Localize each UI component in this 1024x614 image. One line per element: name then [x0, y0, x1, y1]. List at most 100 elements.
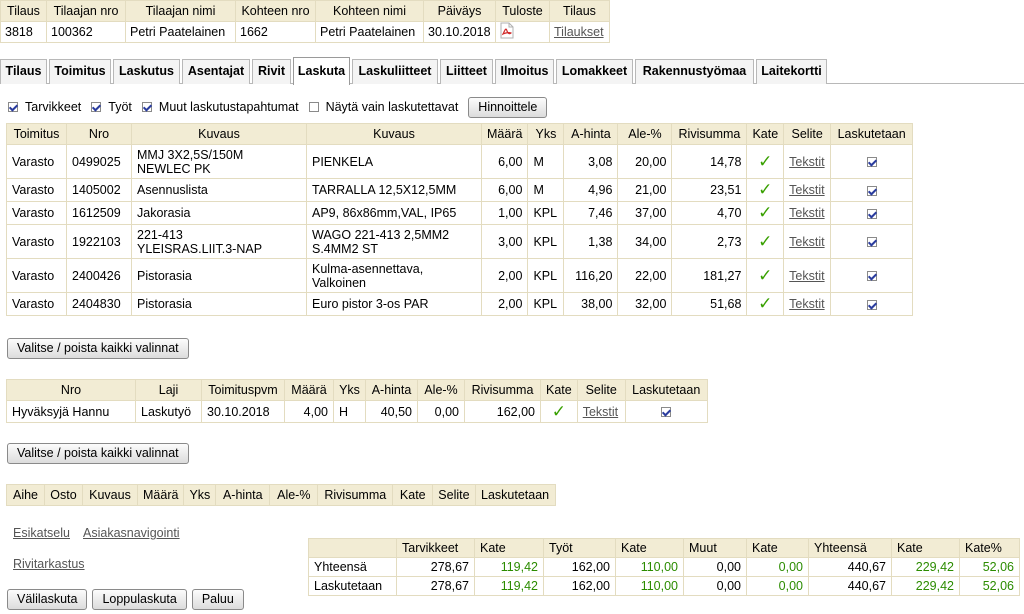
tekstit-link[interactable]: Tekstit — [583, 405, 618, 419]
col-toimitus: Toimitus — [6, 123, 67, 145]
summary-table: Tarvikkeet Kate Työt Kate Muut Kate Yhte… — [308, 538, 1020, 596]
selite-cell: Tekstit — [783, 201, 832, 225]
summary-kate: 0,00 — [746, 557, 809, 577]
summary-tarvikkeet: 278,67 — [396, 576, 475, 596]
summary-tyot: 162,00 — [543, 557, 616, 577]
esikatselu-link[interactable]: Esikatselu — [13, 526, 70, 540]
filter-tyot[interactable]: Työt — [91, 100, 132, 114]
kuvaus2-line: TARRALLA 12,5X12,5MM — [312, 183, 457, 197]
kuvaus2-cell: WAGO 221-413 2,5MM2 S.4MM2 ST — [306, 224, 482, 259]
filter-tarvikkeet[interactable]: Tarvikkeet — [8, 100, 81, 114]
customer-name: Petri Paatelainen — [125, 21, 236, 43]
col-kate: Kate — [392, 484, 434, 506]
kuvaus-cell: Jakorasia — [131, 201, 307, 225]
kate-cell: ✓ — [746, 144, 785, 179]
col-tuloste: Tuloste — [495, 0, 550, 22]
yks-cell: M — [527, 178, 565, 202]
check-icon: ✓ — [758, 294, 773, 313]
summary-muut: 0,00 — [683, 557, 747, 577]
nayta-checkbox[interactable] — [308, 102, 319, 112]
select-all-labor-button[interactable]: Valitse / poista kaikki valinnat — [7, 443, 189, 464]
tab-lomakkeet[interactable]: Lomakkeet — [556, 59, 633, 84]
col-yks: Yks — [527, 123, 565, 145]
tab-rakennustyomaa[interactable]: Rakennustyömaa — [635, 59, 754, 84]
nayta-label: Näytä vain laskutettavat — [325, 100, 459, 114]
summary-muut: 0,00 — [683, 576, 747, 596]
labor-rivisumma: 162,00 — [464, 400, 541, 423]
muut-checkbox[interactable] — [141, 102, 152, 112]
rivisumma-cell: 23,51 — [671, 178, 748, 202]
yks-cell: KPL — [527, 258, 565, 293]
filter-nayta[interactable]: Näytä vain laskutettavat — [308, 100, 459, 114]
laskutetaan-checkbox[interactable] — [866, 208, 877, 219]
kuvaus-cell: Pistorasia — [131, 258, 307, 293]
col-yks: Yks — [333, 379, 366, 401]
rivitarkastus-link[interactable]: Rivitarkastus — [13, 557, 85, 571]
tab-laskutus[interactable]: Laskutus — [113, 59, 180, 84]
kuvaus2-cell: Kulma-asennettava, Valkoinen — [306, 258, 482, 293]
tekstit-link[interactable]: Tekstit — [789, 155, 824, 169]
col-paivays: Päiväys — [423, 0, 496, 22]
table-row: Varasto 1922103 221-413 YLEISRAS.LIIT.3-NAP… — [6, 224, 914, 259]
tab-laskuta[interactable]: Laskuta — [293, 57, 350, 85]
ale-cell: 20,00 — [617, 144, 673, 179]
laskutetaan-checkbox[interactable] — [866, 271, 877, 282]
maara-cell: 6,00 — [480, 178, 529, 202]
tekstit-link[interactable]: Tekstit — [789, 235, 824, 249]
pdf-icon[interactable] — [500, 22, 514, 42]
summary-yhteensa: 440,67 — [808, 576, 892, 596]
labor-pvm: 30.10.2018 — [201, 400, 285, 423]
laskutetaan-checkbox[interactable] — [866, 237, 877, 248]
rivisumma-cell: 14,78 — [671, 144, 748, 179]
col-yks: Yks — [183, 484, 217, 506]
nro-cell: 1405002 — [66, 178, 132, 202]
tyot-checkbox[interactable] — [91, 102, 102, 112]
tab-liitteet[interactable]: Liitteet — [440, 59, 493, 84]
nro-cell: 1922103 — [66, 224, 132, 259]
filter-bar: Tarvikkeet Työt Muut laskutustapahtumat … — [8, 96, 548, 118]
summary-kate: 229,42 — [891, 576, 960, 596]
ahinta-cell: 7,46 — [563, 201, 619, 225]
laskutetaan-checkbox[interactable] — [866, 299, 877, 310]
toimitus-cell: Varasto — [6, 258, 67, 293]
col-tilaajan-nro: Tilaajan nro — [46, 0, 126, 22]
paluu-button[interactable]: Paluu — [191, 589, 244, 610]
rivisumma-cell: 2,73 — [671, 224, 748, 259]
tekstit-link[interactable]: Tekstit — [789, 269, 824, 283]
tab-toimitus[interactable]: Toimitus — [49, 59, 111, 84]
toimitus-cell: Varasto — [6, 144, 67, 179]
col-laskutetaan: Laskutetaan — [830, 123, 914, 145]
ahinta-cell: 3,08 — [563, 144, 619, 179]
tab-bar: Tilaus Toimitus Laskutus Asentajat Rivit… — [0, 57, 1024, 85]
laskutetaan-cell — [830, 201, 914, 225]
order-header-row: Tilaus Tilaajan nro Tilaajan nimi Kohtee… — [0, 0, 610, 22]
col-ale: Ale-% — [417, 379, 465, 401]
filter-muut[interactable]: Muut laskutustapahtumat — [141, 100, 299, 114]
tab-ilmoitus[interactable]: Ilmoitus — [495, 59, 554, 84]
nro-cell: 1612509 — [66, 201, 132, 225]
tab-laitekortti[interactable]: Laitekortti — [756, 59, 827, 84]
hinnoittele-button[interactable]: Hinnoittele — [468, 96, 548, 118]
select-all-materials-button[interactable]: Valitse / poista kaikki valinnat — [7, 338, 189, 359]
maara-cell: 6,00 — [480, 144, 529, 179]
tab-tilaus[interactable]: Tilaus — [0, 59, 47, 84]
tab-laskuliitteet[interactable]: Laskuliitteet — [352, 59, 438, 84]
valilaskuta-button[interactable]: Välilaskuta — [7, 589, 88, 610]
orders-link[interactable]: Tilaukset — [554, 25, 604, 39]
toimitus-cell: Varasto — [6, 292, 67, 316]
asiakasnavigointi-link[interactable]: Asiakasnavigointi — [83, 526, 180, 540]
laskutetaan-checkbox[interactable] — [866, 157, 877, 168]
tab-rivit[interactable]: Rivit — [252, 59, 291, 84]
check-icon: ✓ — [551, 401, 566, 421]
tab-asentajat[interactable]: Asentajat — [182, 59, 250, 84]
loppulaskuta-button[interactable]: Loppulaskuta — [92, 589, 187, 610]
tekstit-link[interactable]: Tekstit — [789, 183, 824, 197]
kate-cell: ✓ — [746, 292, 785, 316]
kuvaus-line: Pistorasia — [137, 268, 192, 283]
laskutetaan-checkbox[interactable] — [661, 407, 672, 418]
summary-header-row: Tarvikkeet Kate Työt Kate Muut Kate Yhte… — [308, 538, 1020, 558]
tekstit-link[interactable]: Tekstit — [789, 206, 824, 220]
tekstit-link[interactable]: Tekstit — [789, 297, 824, 311]
tarvikkeet-checkbox[interactable] — [8, 102, 18, 112]
laskutetaan-checkbox[interactable] — [866, 185, 877, 196]
